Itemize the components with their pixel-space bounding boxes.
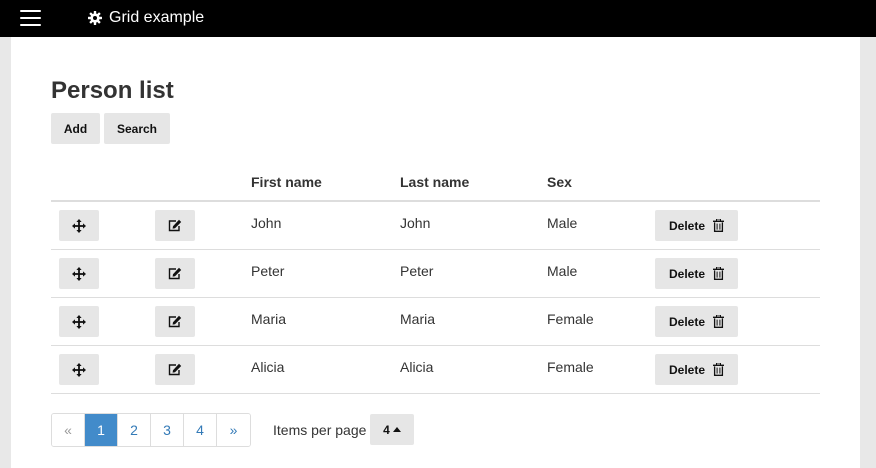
- caret-up-icon: [392, 427, 401, 432]
- pagination-page-3[interactable]: 3: [151, 414, 184, 446]
- items-per-page-label: Items per page: [273, 422, 367, 438]
- hamburger-icon[interactable]: [20, 10, 41, 26]
- top-bar: Grid example: [0, 0, 876, 37]
- delete-button[interactable]: Delete: [655, 354, 738, 385]
- edit-row-button[interactable]: [155, 258, 195, 289]
- last-name-cell: Maria: [400, 311, 436, 327]
- column-header-first-name[interactable]: First name: [251, 174, 322, 190]
- search-button[interactable]: Search: [104, 113, 170, 144]
- edit-row-button[interactable]: [155, 306, 195, 337]
- delete-button[interactable]: Delete: [655, 210, 738, 241]
- pagination-prev[interactable]: «: [52, 414, 85, 446]
- sex-cell: Male: [547, 263, 578, 279]
- move-arrows-icon: [72, 218, 86, 233]
- pagination-page-2[interactable]: 2: [118, 414, 151, 446]
- last-name-cell: Alicia: [400, 359, 434, 375]
- delete-label: Delete: [668, 218, 706, 233]
- last-name-cell: John: [400, 215, 431, 231]
- move-row-button[interactable]: [59, 258, 99, 289]
- first-name-cell: Alicia: [251, 359, 285, 375]
- column-header-last-name[interactable]: Last name: [400, 174, 469, 190]
- edit-icon: [168, 267, 182, 280]
- delete-label: Delete: [668, 362, 706, 377]
- items-per-page-select[interactable]: 4: [370, 414, 414, 445]
- edit-row-button[interactable]: [155, 354, 195, 385]
- sex-cell: Female: [547, 311, 594, 327]
- main-content: Person list Add Search First name Last n…: [11, 37, 860, 468]
- items-per-page-value: 4: [383, 422, 390, 437]
- pagination-page-1[interactable]: 1: [85, 414, 118, 446]
- move-arrows-icon: [72, 362, 86, 377]
- app-title: Grid example: [88, 7, 204, 29]
- delete-button[interactable]: Delete: [655, 258, 738, 289]
- delete-button[interactable]: Delete: [655, 306, 738, 337]
- page-title: Person list: [51, 77, 174, 104]
- move-row-button[interactable]: [59, 306, 99, 337]
- pagination: « 1 2 3 4 »: [51, 413, 251, 447]
- column-header-sex[interactable]: Sex: [547, 174, 572, 190]
- gear-icon: [88, 11, 102, 25]
- table-row: Alicia Alicia Female Delete: [51, 346, 820, 394]
- trash-icon: [713, 315, 725, 328]
- last-name-cell: Peter: [400, 263, 434, 279]
- table-row: John John Male Delete: [51, 202, 820, 250]
- edit-icon: [168, 219, 182, 232]
- table-row: Peter Peter Male Delete: [51, 250, 820, 298]
- delete-label: Delete: [668, 266, 706, 281]
- sex-cell: Male: [547, 215, 578, 231]
- edit-row-button[interactable]: [155, 210, 195, 241]
- trash-icon: [713, 219, 725, 232]
- pagination-next[interactable]: »: [217, 414, 250, 446]
- edit-icon: [168, 315, 182, 328]
- first-name-cell: Peter: [251, 263, 285, 279]
- first-name-cell: Maria: [251, 311, 287, 327]
- trash-icon: [713, 363, 725, 376]
- trash-icon: [713, 267, 725, 280]
- move-arrows-icon: [72, 266, 86, 281]
- move-row-button[interactable]: [59, 210, 99, 241]
- first-name-cell: John: [251, 215, 282, 231]
- delete-label: Delete: [668, 314, 706, 329]
- sex-cell: Female: [547, 359, 594, 375]
- table-row: Maria Maria Female Delete: [51, 298, 820, 346]
- pagination-page-4[interactable]: 4: [184, 414, 217, 446]
- move-arrows-icon: [72, 314, 86, 329]
- add-button[interactable]: Add: [51, 113, 100, 144]
- app-title-text: Grid example: [109, 9, 205, 26]
- edit-icon: [168, 363, 182, 376]
- move-row-button[interactable]: [59, 354, 99, 385]
